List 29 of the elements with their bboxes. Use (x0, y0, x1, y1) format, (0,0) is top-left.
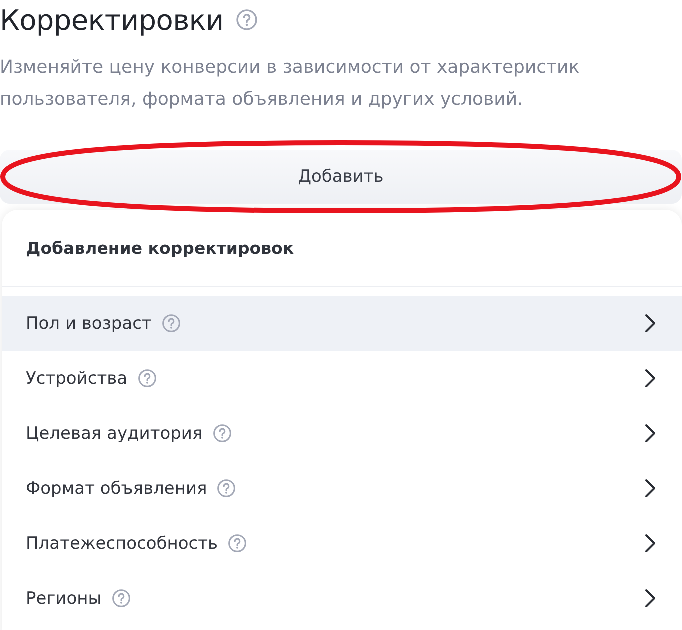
help-icon[interactable] (228, 534, 248, 553)
menu-item-label: Формат объявления (26, 478, 208, 498)
help-icon[interactable] (212, 424, 232, 443)
help-icon[interactable] (217, 479, 236, 498)
menu-item[interactable]: Платежеспособность (2, 516, 682, 571)
menu-item-label: Пол и возраст (26, 314, 152, 334)
menu-item[interactable]: Пол и возраст (2, 296, 682, 351)
dropdown-title: Добавление корректировок (25, 238, 296, 260)
menu-item-label: Регионы (26, 588, 102, 608)
description-text: Изменяйте цену конверсии в зависимости от характеристик пользователя, формата объявления и других условий. (0, 56, 581, 112)
menu-item[interactable]: Устройства (2, 351, 682, 406)
menu-item[interactable]: Регионы (2, 571, 682, 626)
chevron-right-icon (645, 589, 656, 608)
menu-item-label: Устройства (26, 368, 128, 388)
chevron-right-icon (645, 479, 656, 498)
help-icon[interactable] (112, 589, 131, 608)
menu-item-label: Целевая аудитория (26, 424, 203, 444)
menu-item-label: Платежеспособность (26, 534, 218, 554)
chevron-right-icon (645, 369, 656, 388)
add-button[interactable]: Добавить (0, 150, 682, 204)
menu-item[interactable]: Целевая аудитория (2, 406, 682, 461)
help-icon[interactable] (138, 369, 157, 388)
help-icon[interactable] (236, 9, 258, 31)
page-title: Корректировки (0, 4, 224, 36)
chevron-right-icon (645, 314, 656, 333)
menu-item[interactable]: Формат объявления (2, 461, 682, 516)
chevron-right-icon (645, 534, 656, 553)
chevron-right-icon (645, 424, 656, 443)
help-icon[interactable] (162, 314, 181, 333)
